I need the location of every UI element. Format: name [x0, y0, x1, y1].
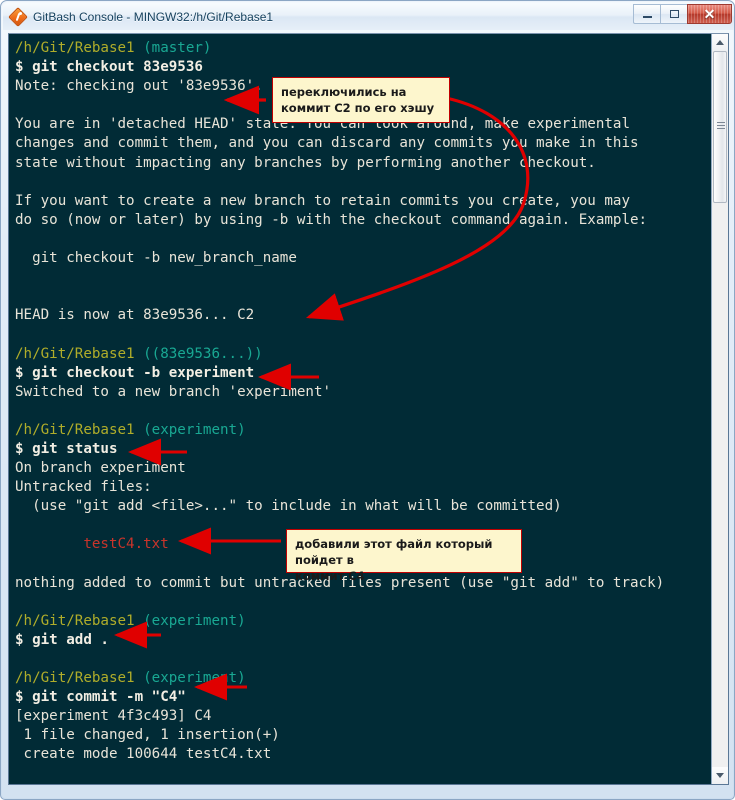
- terminal-line-prompt-5-path: /h/Git/Rebase1 (experiment): [15, 669, 711, 688]
- terminal-line-out-3: changes and commit them, and you can dis…: [15, 135, 639, 152]
- terminal-line-blank-4: [15, 268, 711, 287]
- terminal-line-blank-6: [15, 325, 711, 344]
- terminal-line-blank-5: [15, 287, 711, 306]
- callout-added-file-line1: добавили этот файл который пойдет в: [295, 537, 493, 567]
- terminal-line-cmd-3: $ git status: [15, 440, 711, 459]
- terminal-line-cmd-2: $ git checkout -b experiment: [15, 364, 711, 383]
- prompt-branch: (experiment): [134, 421, 246, 438]
- prompt-branch: ((83e9536...)): [134, 345, 263, 362]
- scroll-down-arrow[interactable]: [712, 767, 728, 784]
- terminal-command: $ git status: [15, 440, 118, 457]
- terminal-text: /h/Git/Rebase1 (master) $ git checkout 83…: [15, 39, 711, 784]
- minimize-icon: [642, 15, 652, 18]
- terminal-command: $ git checkout 83e9536: [15, 59, 203, 76]
- terminal-line-out-14: [experiment 4f3c493] C4: [15, 708, 212, 725]
- terminal-line-blank-10: [15, 593, 711, 612]
- terminal-line-out-10: On branch experiment: [15, 460, 186, 477]
- terminal-command: $ git checkout -b experiment: [15, 364, 255, 381]
- terminal-line-blank-11: [15, 650, 711, 669]
- vertical-scrollbar[interactable]: [711, 34, 728, 784]
- terminal-line-cmd-5: $ git commit -m "C4": [15, 688, 711, 707]
- prompt-path: /h/Git/Rebase1: [15, 40, 135, 56]
- terminal-line-out-8: HEAD is now at 83e9536... C2: [15, 307, 255, 324]
- callout-added-file-line2: коммит C4: [295, 569, 365, 583]
- terminal-line-out-6: do so (now or later) by using -b with th…: [15, 211, 648, 228]
- callout-checkout-hash-line2: коммит C2 по его хэшу: [281, 101, 435, 115]
- console-area: /h/Git/Rebase1 (master) $ git checkout 83…: [8, 33, 729, 785]
- terminal-line-prompt-3-path: /h/Git/Rebase1 (experiment): [15, 421, 711, 440]
- prompt-branch: (experiment): [134, 670, 246, 687]
- terminal-line-out-11: Untracked files:: [15, 479, 152, 496]
- maximize-button[interactable]: [660, 4, 687, 24]
- terminal-line-blank-3: [15, 230, 711, 249]
- close-icon: ✕: [703, 6, 716, 22]
- scroll-up-arrow[interactable]: [712, 34, 728, 51]
- untracked-file-name: testC4.txt: [15, 536, 169, 553]
- minimize-button[interactable]: [633, 4, 660, 24]
- scroll-thumb[interactable]: [713, 51, 727, 203]
- close-button[interactable]: ✕: [687, 4, 732, 24]
- window-controls: ✕: [633, 4, 732, 24]
- terminal-line-prompt-1-path: /h/Git/Rebase1 (master): [15, 39, 711, 58]
- prompt-path: /h/Git/Rebase1: [15, 345, 135, 362]
- terminal-command: $ git add .: [15, 631, 109, 648]
- terminal-line-cmd-1: $ git checkout 83e9536: [15, 58, 711, 77]
- title-bar[interactable]: GitBash Console - MINGW32:/h/Git/Rebase1…: [3, 3, 734, 30]
- prompt-path: /h/Git/Rebase1: [15, 612, 135, 629]
- terminal-line-out-7: git checkout -b new_branch_name: [15, 250, 297, 267]
- prompt-path: /h/Git/Rebase1: [15, 421, 135, 438]
- terminal-line-blank-12: [15, 765, 711, 784]
- callout-checkout-hash-line1: переключились на: [281, 85, 407, 99]
- terminal-line-out-4: state without impacting any branches by …: [15, 154, 596, 171]
- terminal-output[interactable]: /h/Git/Rebase1 (master) $ git checkout 83…: [9, 34, 711, 784]
- prompt-path: /h/Git/Rebase1: [15, 670, 135, 687]
- terminal-line-out-15: 1 file changed, 1 insertion(+): [15, 727, 280, 744]
- window-title: GitBash Console - MINGW32:/h/Git/Rebase1: [33, 9, 274, 24]
- terminal-line-prompt-2-path: /h/Git/Rebase1 ((83e9536...)): [15, 345, 711, 364]
- terminal-line-out-9: Switched to a new branch 'experiment': [15, 383, 332, 400]
- prompt-branch: (experiment): [134, 612, 246, 629]
- scroll-grip-icon: [717, 122, 725, 132]
- terminal-line-blank-2: [15, 173, 711, 192]
- callout-checkout-hash: переключились на коммит C2 по его хэшу: [272, 77, 450, 123]
- terminal-line-out-5: If you want to create a new branch to re…: [15, 192, 630, 209]
- prompt-branch: (master): [134, 40, 212, 56]
- git-diamond-icon: [8, 6, 28, 27]
- terminal-line-prompt-4-path: /h/Git/Rebase1 (experiment): [15, 612, 711, 631]
- terminal-line-out-12: (use "git add <file>..." to include in w…: [15, 498, 562, 515]
- scroll-up-icon: [716, 40, 724, 45]
- maximize-icon: [669, 10, 679, 18]
- terminal-line-cmd-4: $ git add .: [15, 631, 711, 650]
- terminal-line-out-16: create mode 100644 testC4.txt: [15, 746, 272, 763]
- scroll-down-icon: [716, 773, 724, 778]
- application-window: GitBash Console - MINGW32:/h/Git/Rebase1…: [0, 0, 735, 800]
- terminal-line-blank-7: [15, 402, 711, 421]
- callout-added-file: добавили этот файл который пойдет в комм…: [286, 529, 522, 583]
- terminal-command: $ git commit -m "C4": [15, 689, 186, 706]
